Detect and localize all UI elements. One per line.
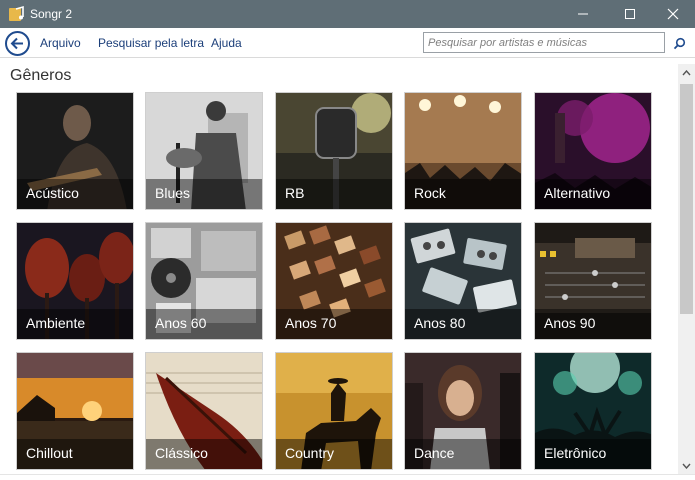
genre-tile-anos-70[interactable]: Anos 70 [275, 222, 393, 340]
genre-tile-rb[interactable]: RB [275, 92, 393, 210]
search-button[interactable] [670, 34, 688, 52]
genre-tile-ambiente[interactable]: Ambiente [16, 222, 134, 340]
genre-label: Eletrônico [544, 445, 607, 461]
genre-label: RB [285, 185, 305, 201]
genre-label: Blues [155, 185, 191, 201]
window-bottom-edge [0, 474, 695, 480]
window-title: Songr 2 [30, 7, 73, 21]
scroll-up-button[interactable] [678, 64, 695, 81]
minimize-button[interactable] [560, 0, 605, 28]
genre-tile-chillout[interactable]: Chillout [16, 352, 134, 470]
scroll-thumb[interactable] [680, 84, 693, 314]
genre-label: Country [285, 445, 335, 461]
genre-tile-anos-90[interactable]: Anos 90 [534, 222, 652, 340]
genre-tile-blues[interactable]: Blues [145, 92, 263, 210]
genre-label: Anos 90 [544, 315, 596, 331]
genre-label: Anos 70 [285, 315, 337, 331]
genre-tile-anos-60[interactable]: Anos 60 [145, 222, 263, 340]
genre-label: Chillout [26, 445, 73, 461]
back-button[interactable] [5, 31, 30, 56]
vertical-scrollbar[interactable] [678, 64, 695, 474]
maximize-button[interactable] [607, 0, 652, 28]
chevron-down-icon [682, 463, 691, 469]
genre-tile-anos-80[interactable]: Anos 80 [404, 222, 522, 340]
search-input[interactable] [423, 32, 665, 53]
genre-tile-eletronico[interactable]: Eletrônico [534, 352, 652, 470]
genre-tile-acustico[interactable]: Acústico [16, 92, 134, 210]
arrow-left-icon [10, 37, 23, 50]
genre-label: Dance [414, 445, 455, 461]
genre-label: Alternativo [544, 185, 611, 201]
title-bar: Songr 2 [0, 0, 695, 28]
genre-label: Clássico [155, 445, 208, 461]
menu-pesquisar-letra[interactable]: Pesquisar pela letra [98, 36, 204, 50]
menu-ajuda[interactable]: Ajuda [211, 36, 242, 50]
scroll-down-button[interactable] [678, 457, 695, 474]
section-title-generos: Gêneros [10, 67, 72, 84]
genre-label: Ambiente [26, 315, 86, 331]
genre-tile-rock[interactable]: Rock [404, 92, 522, 210]
genre-label: Anos 80 [414, 315, 466, 331]
genre-label: Anos 60 [155, 315, 207, 331]
genre-tile-dance[interactable]: Dance [404, 352, 522, 470]
search-icon [673, 37, 685, 49]
menu-bar: Arquivo Pesquisar pela letra Ajuda [0, 28, 695, 58]
chevron-up-icon [682, 69, 691, 75]
genre-tile-classico[interactable]: Clássico [145, 352, 263, 470]
genre-tile-country[interactable]: Country [275, 352, 393, 470]
genre-label: Rock [414, 185, 446, 201]
menu-arquivo[interactable]: Arquivo [40, 36, 81, 50]
close-button[interactable] [650, 0, 695, 28]
music-note-icon [8, 5, 26, 23]
genre-tile-alternativo[interactable]: Alternativo [534, 92, 652, 210]
genre-label: Acústico [26, 185, 79, 201]
